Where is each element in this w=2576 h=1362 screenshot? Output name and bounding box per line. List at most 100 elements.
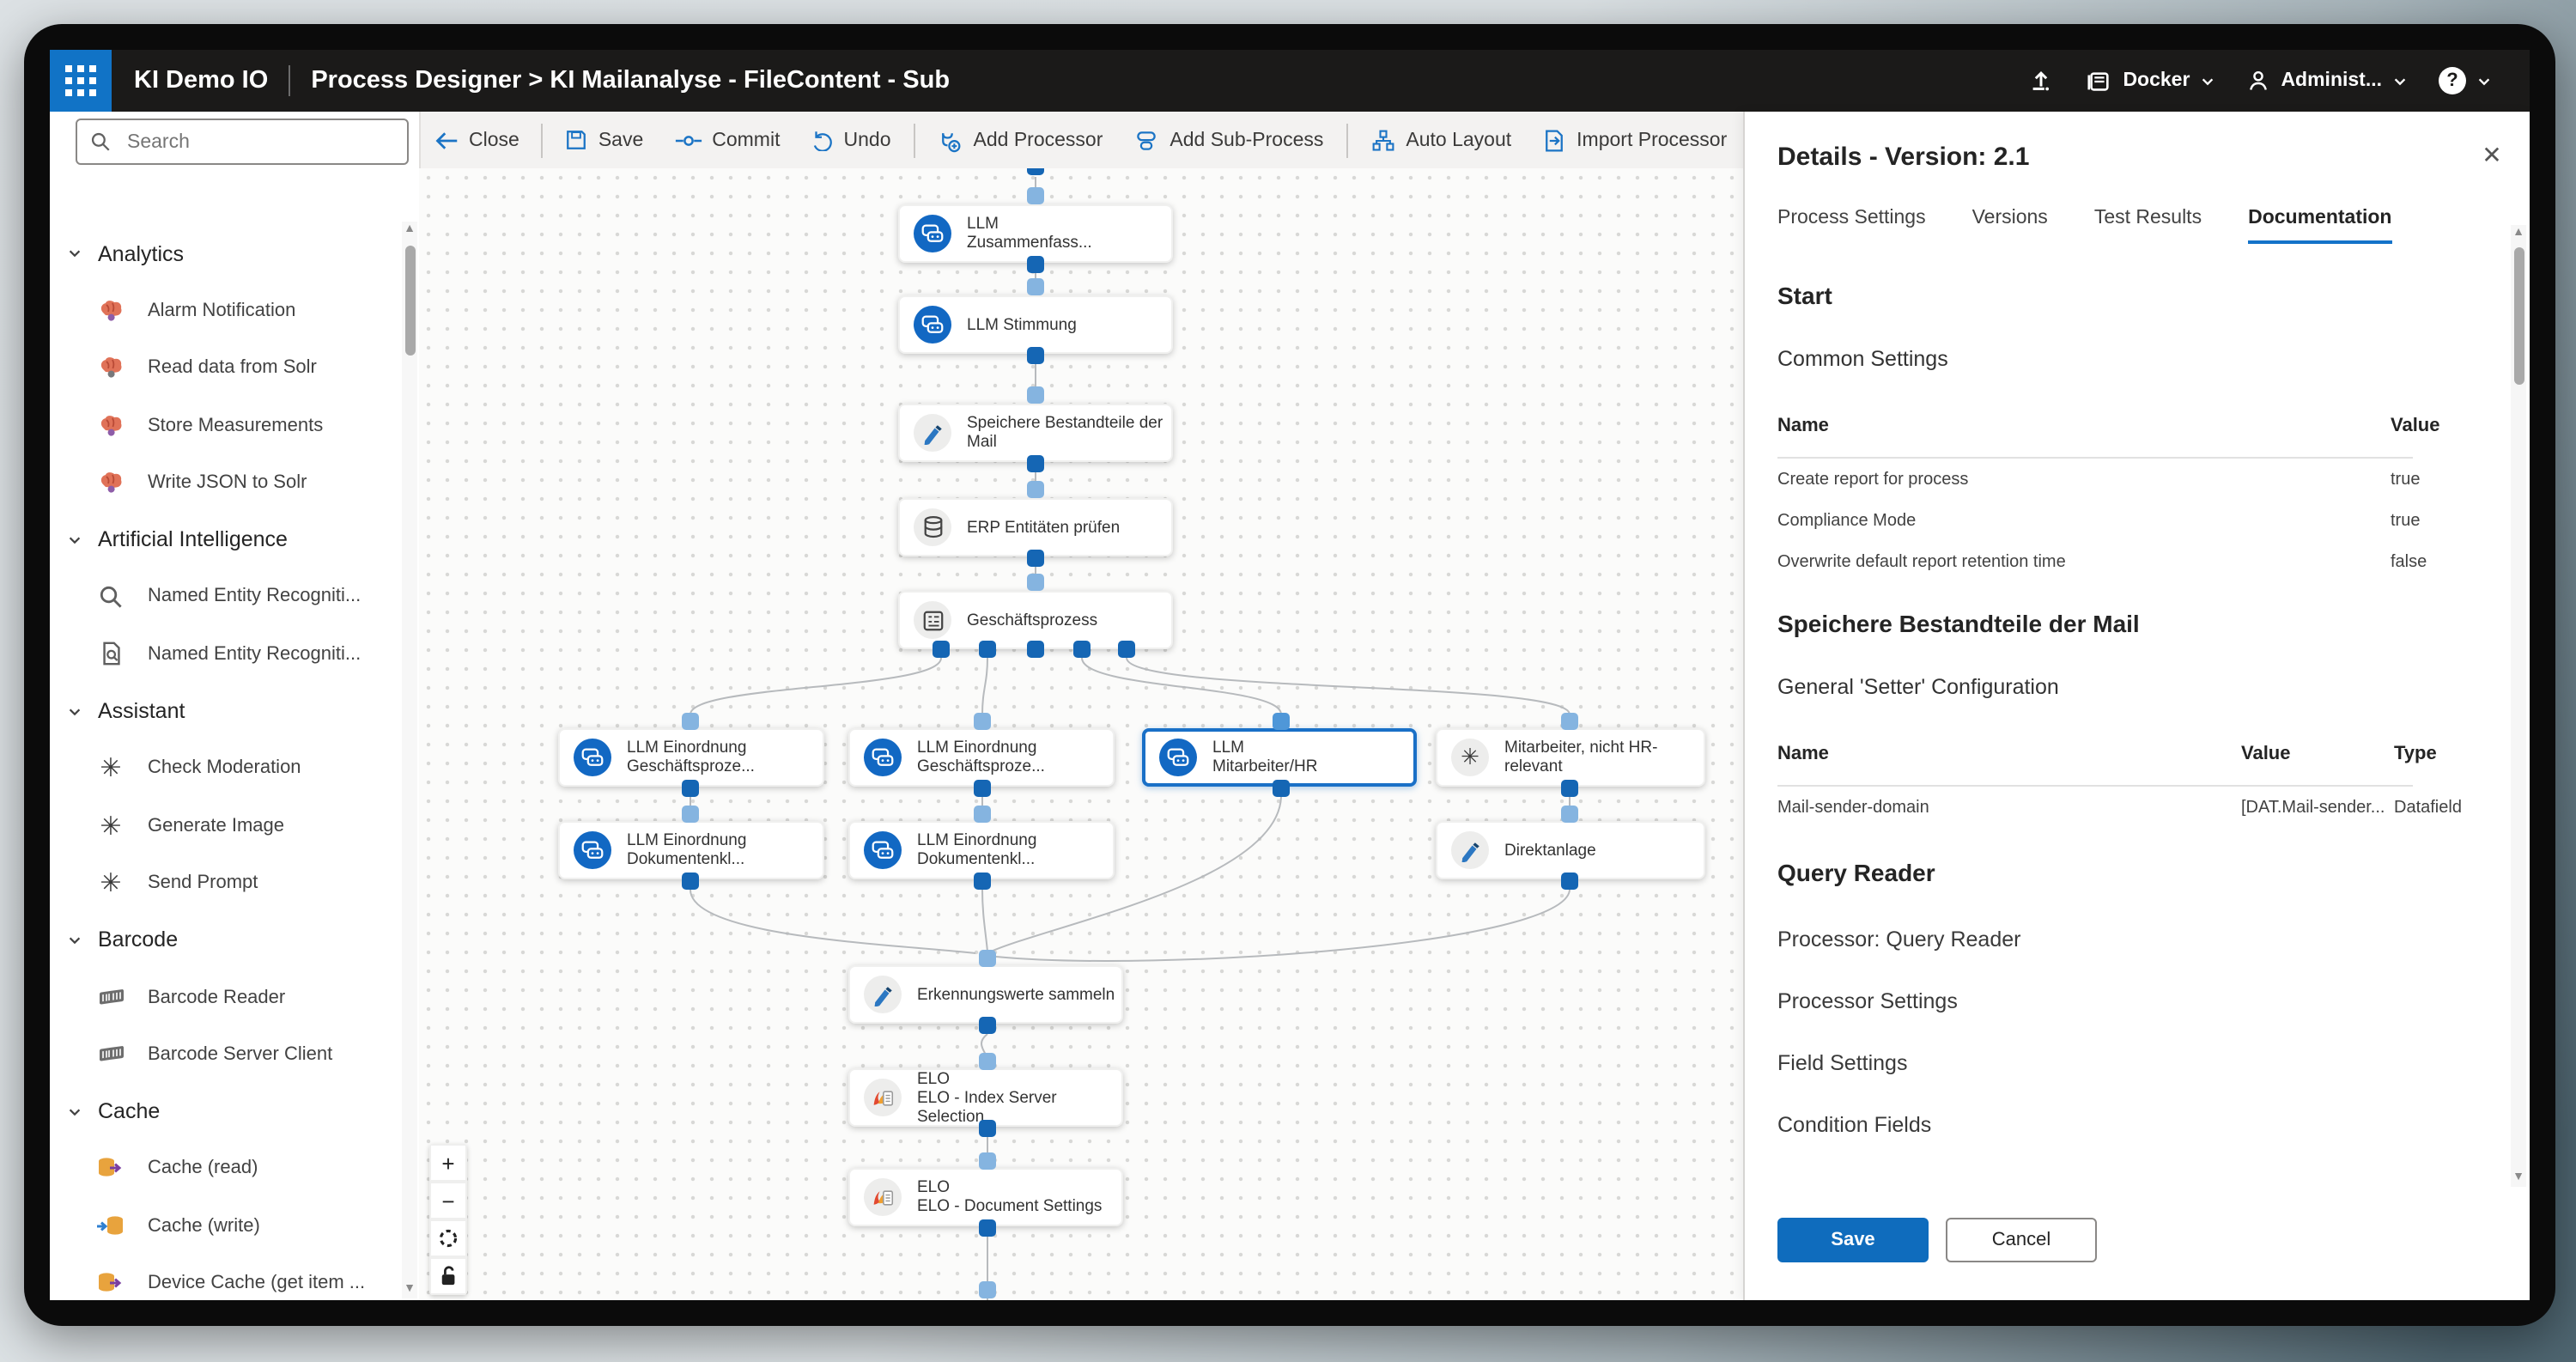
- sidebar-item[interactable]: Read data from Solr: [50, 339, 393, 397]
- add-subprocess-button[interactable]: Add Sub-Process: [1118, 112, 1339, 168]
- import-processor-button[interactable]: Import Processor: [1527, 112, 1742, 168]
- port[interactable]: [682, 873, 699, 890]
- sidebar-group-artificial-intelligence[interactable]: Artificial Intelligence: [50, 511, 393, 569]
- port[interactable]: [933, 641, 950, 658]
- node-llm-einordnung-geschaeftsprozess-2[interactable]: LLM EinordnungGeschäftsproze...: [848, 728, 1115, 787]
- port[interactable]: [682, 806, 699, 823]
- scroll-up-icon[interactable]: ▲: [2511, 225, 2526, 242]
- scroll-down-icon[interactable]: ▼: [2511, 1170, 2526, 1187]
- user-dropdown[interactable]: Administ...: [2246, 69, 2408, 93]
- port[interactable]: [979, 1017, 996, 1034]
- sidebar-item[interactable]: Device Cache (get item ...: [50, 1255, 393, 1300]
- port[interactable]: [1561, 806, 1578, 823]
- port[interactable]: [1561, 780, 1578, 797]
- sidebar-item[interactable]: ✳ Check Moderation: [50, 739, 393, 797]
- node-mitarbeiter-nicht-hr-relevant[interactable]: ✳ Mitarbeiter, nicht HR-relevant: [1436, 728, 1705, 787]
- port[interactable]: [1027, 187, 1044, 204]
- panel-scrollbar[interactable]: ▲ ▼: [2511, 225, 2526, 1187]
- port[interactable]: [979, 1152, 996, 1170]
- help-dropdown[interactable]: ?: [2439, 67, 2492, 94]
- port[interactable]: [1027, 386, 1044, 404]
- tab-versions[interactable]: Versions: [1972, 208, 2048, 244]
- tab-process-settings[interactable]: Process Settings: [1777, 208, 1926, 244]
- port[interactable]: [1027, 550, 1044, 567]
- sidebar-item[interactable]: Barcode Reader: [50, 969, 393, 1026]
- port[interactable]: [979, 641, 996, 658]
- port[interactable]: [974, 806, 991, 823]
- port[interactable]: [1273, 713, 1290, 730]
- port[interactable]: [1027, 481, 1044, 498]
- upload-button[interactable]: [2028, 68, 2054, 94]
- sidebar-item[interactable]: Store Measurements: [50, 397, 393, 454]
- port[interactable]: [1561, 873, 1578, 890]
- environment-dropdown[interactable]: Docker: [2085, 68, 2215, 94]
- sidebar-item[interactable]: Barcode Server Client: [50, 1025, 393, 1083]
- sidebar-group-barcode[interactable]: Barcode: [50, 911, 393, 969]
- process-canvas[interactable]: LLMZusammenfass... LLM Stimmung Speicher…: [419, 168, 1743, 1300]
- add-processor-button[interactable]: Add Processor: [922, 112, 1119, 168]
- port[interactable]: [1273, 780, 1290, 797]
- port[interactable]: [979, 1053, 996, 1070]
- node-erp-entitaeten-pruefen[interactable]: ERP Entitäten prüfen: [898, 498, 1173, 556]
- save-button[interactable]: Save: [550, 112, 659, 168]
- port[interactable]: [1027, 278, 1044, 295]
- port[interactable]: [1027, 347, 1044, 364]
- scrollbar-thumb[interactable]: [404, 246, 415, 356]
- port[interactable]: [682, 780, 699, 797]
- port[interactable]: [682, 713, 699, 730]
- port[interactable]: [979, 1219, 996, 1237]
- scroll-down-icon[interactable]: ▼: [402, 1281, 417, 1298]
- lock-button[interactable]: [429, 1257, 467, 1295]
- scrollbar-thumb[interactable]: [2513, 247, 2524, 385]
- search-box[interactable]: [76, 119, 409, 165]
- zoom-out-button[interactable]: −: [429, 1182, 467, 1219]
- port[interactable]: [1118, 641, 1135, 658]
- port[interactable]: [974, 780, 991, 797]
- port[interactable]: [1027, 168, 1044, 175]
- sidebar-item[interactable]: Named Entity Recogniti...: [50, 569, 393, 626]
- port[interactable]: [979, 1281, 996, 1298]
- save-button[interactable]: Save: [1777, 1218, 1929, 1262]
- port[interactable]: [1073, 641, 1091, 658]
- node-llm-einordnung-geschaeftsprozess-1[interactable]: LLM EinordnungGeschäftsproze...: [558, 728, 824, 787]
- port[interactable]: [1027, 455, 1044, 472]
- port[interactable]: [974, 873, 991, 890]
- sidebar-item[interactable]: Alarm Notification: [50, 283, 393, 340]
- node-erkennungswerte-sammeln[interactable]: Erkennungswerte sammeln: [848, 965, 1123, 1024]
- node-direktanlage[interactable]: Direktanlage: [1436, 821, 1705, 879]
- sidebar-group-cache[interactable]: Cache: [50, 1083, 393, 1140]
- port[interactable]: [1027, 574, 1044, 591]
- sidebar-item[interactable]: Cache (read): [50, 1140, 393, 1198]
- node-llm-einordnung-dokumentenklasse-2[interactable]: LLM EinordnungDokumentenkl...: [848, 821, 1115, 879]
- sidebar-item[interactable]: ✳ Generate Image: [50, 797, 393, 854]
- port[interactable]: [1027, 641, 1044, 658]
- node-llm-mitarbeiter-hr-selected[interactable]: LLMMitarbeiter/HR: [1142, 728, 1417, 787]
- sidebar-item[interactable]: Named Entity Recogniti...: [50, 625, 393, 683]
- commit-button[interactable]: Commit: [659, 112, 795, 168]
- sidebar-item[interactable]: ✳ Send Prompt: [50, 854, 393, 912]
- node-elo-document-settings[interactable]: ELOELO - Document Settings: [848, 1168, 1123, 1226]
- node-elo-index-server-selection[interactable]: ELOELO - Index Server Selection: [848, 1068, 1123, 1127]
- port[interactable]: [1027, 256, 1044, 273]
- port[interactable]: [974, 713, 991, 730]
- close-icon[interactable]: ✕: [2476, 139, 2507, 170]
- tab-test-results[interactable]: Test Results: [2094, 208, 2202, 244]
- port[interactable]: [979, 950, 996, 967]
- node-speichere-bestandteile[interactable]: Speichere Bestandteile derMail: [898, 404, 1173, 462]
- auto-layout-button[interactable]: Auto Layout: [1354, 112, 1527, 168]
- node-llm-stimmung[interactable]: LLM Stimmung: [898, 295, 1173, 354]
- node-llm-zusammenfassung[interactable]: LLMZusammenfass...: [898, 204, 1173, 263]
- tab-documentation[interactable]: Documentation: [2248, 208, 2391, 244]
- zoom-in-button[interactable]: +: [429, 1144, 467, 1182]
- sidebar-item[interactable]: Cache (write): [50, 1197, 393, 1255]
- fit-view-button[interactable]: [429, 1219, 467, 1257]
- port[interactable]: [979, 1120, 996, 1137]
- cancel-button[interactable]: Cancel: [1946, 1218, 2097, 1262]
- scroll-up-icon[interactable]: ▲: [402, 222, 417, 239]
- sidebar-group-analytics[interactable]: Analytics: [50, 225, 393, 283]
- undo-button[interactable]: Undo: [796, 112, 907, 168]
- port[interactable]: [1561, 713, 1578, 730]
- app-launcher-button[interactable]: [50, 50, 112, 112]
- search-input[interactable]: [124, 130, 354, 154]
- sidebar-scrollbar[interactable]: ▲ ▼: [402, 222, 417, 1298]
